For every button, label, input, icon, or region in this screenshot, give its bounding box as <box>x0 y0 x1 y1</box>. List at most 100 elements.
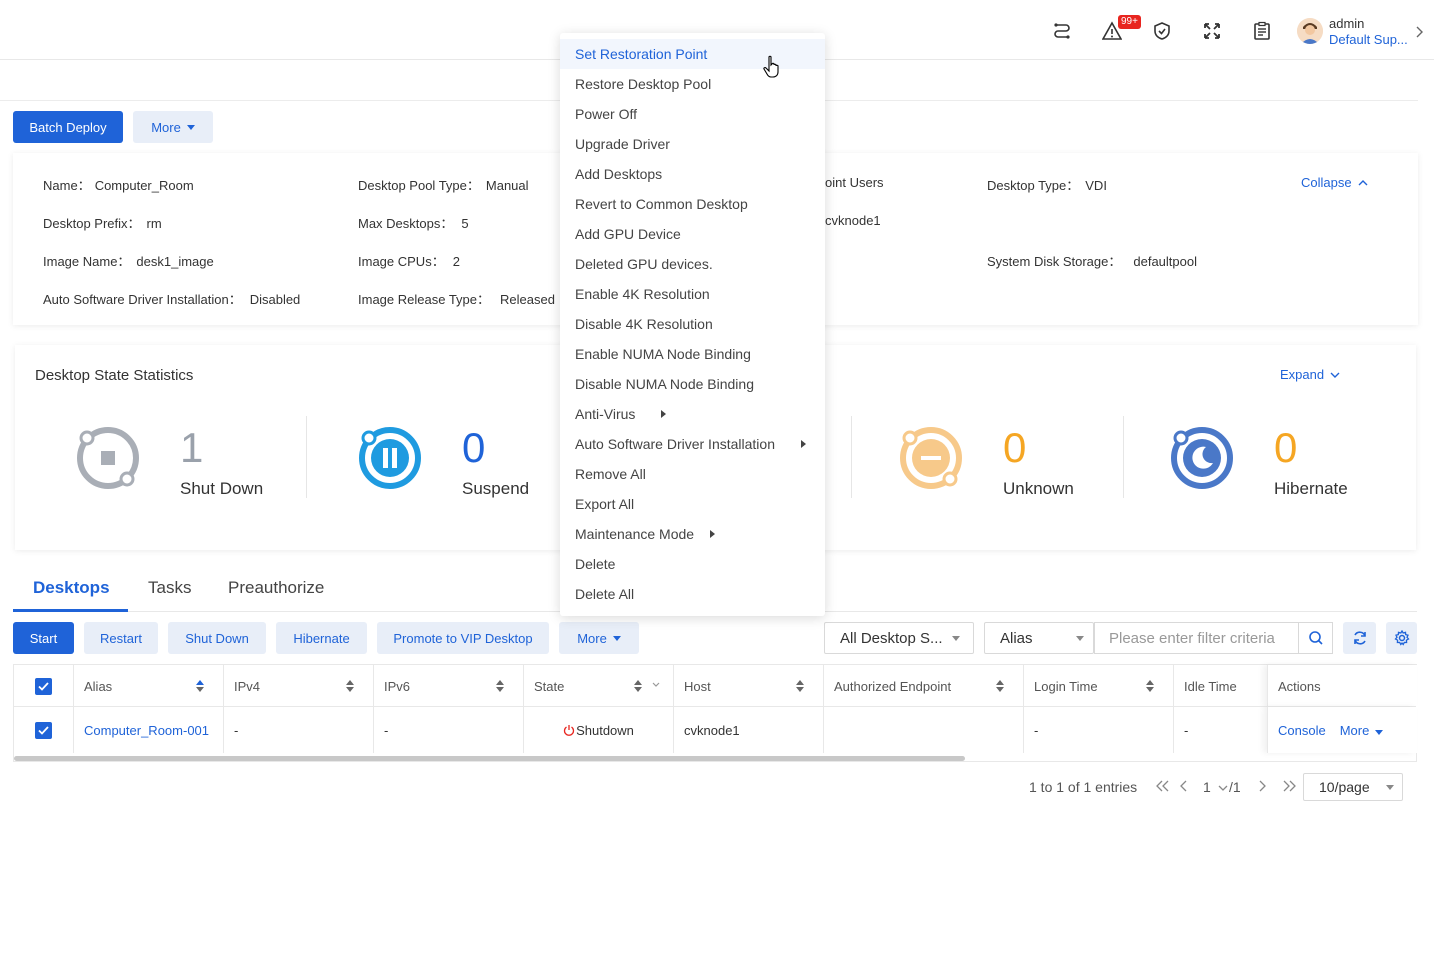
info-max-desktops: Max Desktops： 5 <box>358 216 469 231</box>
expand-link[interactable]: Expand <box>1280 367 1340 382</box>
submenu-arrow-icon <box>801 440 806 448</box>
pagination-summary: 1 to 1 of 1 entries <box>1029 779 1138 795</box>
promote-vip-button[interactable]: Promote to VIP Desktop <box>377 622 549 654</box>
info-desktop-type: Desktop Type： VDI <box>987 178 1107 193</box>
menu-item-delete[interactable]: Delete <box>560 549 825 579</box>
row-state: Shutdown <box>524 707 674 753</box>
active-tab-indicator <box>13 609 128 612</box>
sort-icon <box>796 680 804 692</box>
page-select[interactable]: 1 <box>1203 779 1228 795</box>
menu-item-maintenance-mode[interactable]: Maintenance Mode <box>560 519 825 549</box>
menu-item-delete-all[interactable]: Delete All <box>560 579 825 609</box>
menu-item-enable-4k[interactable]: Enable 4K Resolution <box>560 279 825 309</box>
column-header-idle-time[interactable]: Idle Time <box>1174 665 1267 707</box>
row-more-link[interactable]: More <box>1340 723 1384 738</box>
first-page-icon[interactable] <box>1156 779 1170 795</box>
caret-down-icon <box>612 635 621 641</box>
user-name[interactable]: admin <box>1329 16 1364 31</box>
filter-input[interactable]: Please enter filter criteria <box>1094 622 1299 654</box>
actions-more-button[interactable]: More <box>559 622 639 654</box>
promote-label: Promote to VIP Desktop <box>393 630 533 646</box>
next-page-icon[interactable] <box>1258 779 1266 795</box>
info-host-partial: cvknode1 <box>825 213 881 228</box>
menu-item-add-gpu-device[interactable]: Add GPU Device <box>560 219 825 249</box>
chevron-down-icon <box>1076 636 1084 641</box>
batch-deploy-label: Batch Deploy <box>29 119 107 135</box>
row-login-time: - <box>1024 707 1174 753</box>
collapse-link[interactable]: Collapse <box>1301 175 1368 190</box>
row-alias-link[interactable]: Computer_Room-001 <box>74 707 224 753</box>
menu-item-disable-numa[interactable]: Disable NUMA Node Binding <box>560 369 825 399</box>
unknown-icon <box>898 425 964 494</box>
alarm-badge: 99+ <box>1118 15 1141 29</box>
row-checkbox[interactable] <box>14 707 74 753</box>
sort-icon <box>634 680 642 692</box>
chevron-down-icon <box>952 636 960 641</box>
more-label: More <box>151 119 181 135</box>
clipboard-icon[interactable] <box>1251 20 1273 42</box>
refresh-button[interactable] <box>1343 622 1376 654</box>
menu-item-upgrade-driver[interactable]: Upgrade Driver <box>560 129 825 159</box>
actions-more-label: More <box>577 630 607 646</box>
power-icon <box>564 725 575 736</box>
sort-icon <box>496 680 504 692</box>
fullscreen-icon[interactable] <box>1201 20 1223 42</box>
menu-item-revert-to-common-desktop[interactable]: Revert to Common Desktop <box>560 189 825 219</box>
shield-icon[interactable] <box>1151 20 1173 42</box>
submenu-arrow-icon <box>661 410 666 418</box>
row-host: cvknode1 <box>674 707 824 753</box>
column-header-actions: Actions <box>1267 665 1417 707</box>
more-button[interactable]: More <box>133 111 213 143</box>
menu-item-restore-desktop-pool[interactable]: Restore Desktop Pool <box>560 69 825 99</box>
batch-deploy-button[interactable]: Batch Deploy <box>13 111 123 143</box>
tab-preauthorize[interactable]: Preauthorize <box>228 578 324 598</box>
info-release-type: Image Release Type： Released <box>358 292 555 307</box>
page-total: /1 <box>1229 779 1241 795</box>
divider <box>1123 416 1124 498</box>
tab-desktops[interactable]: Desktops <box>33 578 110 598</box>
menu-item-set-restoration-point[interactable]: Set Restoration Point <box>560 39 825 69</box>
last-page-icon[interactable] <box>1282 779 1296 795</box>
gear-icon <box>1393 630 1410 646</box>
shut-down-label: Shut Down <box>180 479 264 498</box>
hibernate-count: 0 <box>1274 424 1298 471</box>
shut-down-btn-label: Shut Down <box>185 630 249 646</box>
console-link[interactable]: Console <box>1278 723 1326 738</box>
horizontal-scrollbar[interactable] <box>14 756 965 761</box>
caret-down-icon <box>1375 729 1384 735</box>
menu-item-add-desktops[interactable]: Add Desktops <box>560 159 825 189</box>
info-name: Name： Computer_Room <box>43 178 194 193</box>
prev-page-icon[interactable] <box>1180 779 1188 795</box>
shut-down-button[interactable]: Shut Down <box>168 622 266 654</box>
more-actions-menu: Set Restoration Point Restore Desktop Po… <box>560 33 825 616</box>
search-button[interactable] <box>1298 622 1333 654</box>
suspend-icon <box>357 425 423 494</box>
menu-item-enable-numa[interactable]: Enable NUMA Node Binding <box>560 339 825 369</box>
stats-title: Desktop State Statistics <box>35 367 194 384</box>
unknown-label: Unknown <box>1003 479 1074 498</box>
caret-down-icon <box>186 124 195 130</box>
hibernate-button[interactable]: Hibernate <box>276 622 367 654</box>
tab-tasks[interactable]: Tasks <box>148 578 191 598</box>
menu-item-disable-4k[interactable]: Disable 4K Resolution <box>560 309 825 339</box>
menu-item-power-off[interactable]: Power Off <box>560 99 825 129</box>
select-all-checkbox[interactable] <box>14 665 74 707</box>
menu-item-auto-driver-installation[interactable]: Auto Software Driver Installation <box>560 429 825 459</box>
start-button[interactable]: Start <box>13 622 74 654</box>
info-pool-type: Desktop Pool Type： Manual <box>358 178 529 193</box>
restart-button[interactable]: Restart <box>84 622 158 654</box>
menu-item-deleted-gpu-devices[interactable]: Deleted GPU devices. <box>560 249 825 279</box>
filter-chevron-icon <box>652 682 660 687</box>
user-role[interactable]: Default Sup... <box>1329 32 1408 47</box>
chevron-down-icon <box>1386 785 1394 790</box>
chevron-right-icon[interactable] <box>1416 26 1424 41</box>
suspend-label: Suspend <box>462 479 530 498</box>
menu-item-remove-all[interactable]: Remove All <box>560 459 825 489</box>
menu-item-anti-virus[interactable]: Anti-Virus <box>560 399 825 429</box>
column-header-authorized-endpoint[interactable]: Authorized Endpoint <box>824 665 1024 707</box>
sort-icon <box>1146 680 1154 692</box>
settings-button[interactable] <box>1386 622 1417 654</box>
route-icon[interactable] <box>1051 20 1073 42</box>
avatar[interactable] <box>1297 18 1323 44</box>
menu-item-export-all[interactable]: Export All <box>560 489 825 519</box>
